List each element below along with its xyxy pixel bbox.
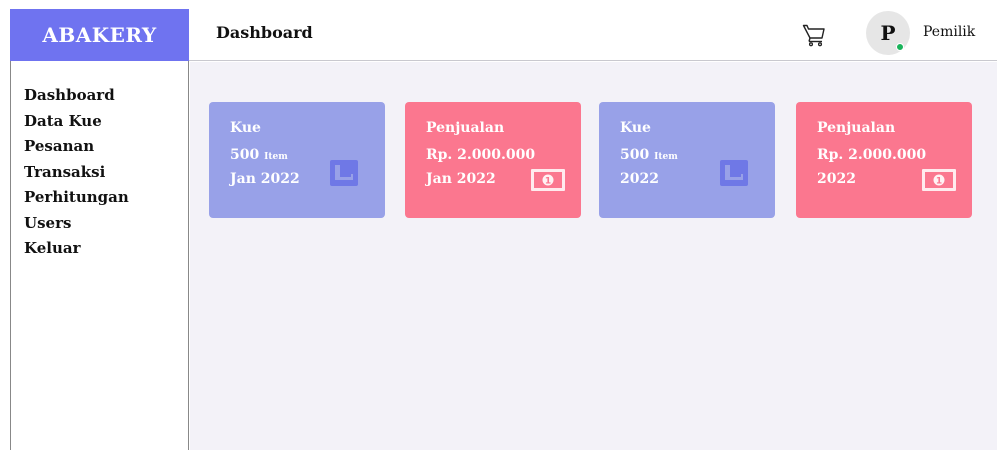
- user-avatar[interactable]: P: [866, 11, 910, 55]
- page-title: Dashboard: [216, 23, 313, 42]
- sidebar-item-users[interactable]: Users: [24, 211, 129, 237]
- sidebar-item-dashboard[interactable]: Dashboard: [24, 83, 129, 109]
- cart-icon: [330, 160, 358, 186]
- card-title: Penjualan: [426, 120, 505, 136]
- sidebar-item-perhitungan[interactable]: Perhitungan: [24, 185, 129, 211]
- card-value-number: 500: [620, 147, 650, 163]
- sidebar-item-keluar[interactable]: Keluar: [24, 236, 129, 262]
- sidebar-item-pesanan[interactable]: Pesanan: [24, 134, 129, 160]
- card-period: 2022: [817, 171, 856, 187]
- money-icon: 1: [922, 169, 956, 191]
- card-period: Jan 2022: [426, 171, 496, 187]
- svg-text:1: 1: [936, 177, 942, 187]
- card-value: Rp. 2.000.000: [426, 147, 536, 163]
- online-status-indicator: [896, 43, 904, 51]
- stat-card-penjualan-yearly[interactable]: Penjualan Rp. 2.000.000 2022 1: [796, 102, 972, 218]
- sidebar-item-transaksi[interactable]: Transaksi: [24, 160, 129, 186]
- stat-card-kue-monthly[interactable]: Kue 500 Item Jan 2022: [209, 102, 385, 218]
- card-value-number: 500: [230, 147, 260, 163]
- sidebar-item-data-kue[interactable]: Data Kue: [24, 109, 129, 135]
- card-period: Jan 2022: [230, 171, 300, 187]
- card-value-unit: Item: [264, 152, 288, 162]
- card-title: Penjualan: [817, 120, 896, 136]
- top-header: Dashboard P Pemilik: [189, 9, 997, 61]
- card-title: Kue: [620, 120, 651, 136]
- brand-name: ABAKERY: [42, 23, 157, 47]
- card-value-unit: Item: [654, 152, 678, 162]
- card-value: Rp. 2.000.000: [817, 147, 927, 163]
- sidebar-nav: Dashboard Data Kue Pesanan Transaksi Per…: [24, 83, 129, 262]
- avatar-initial: P: [880, 21, 896, 45]
- stat-card-penjualan-monthly[interactable]: Penjualan Rp. 2.000.000 Jan 2022 1: [405, 102, 581, 218]
- card-period: 2022: [620, 171, 659, 187]
- cart-icon: [720, 160, 748, 186]
- main-content: Kue 500 Item Jan 2022 Penjualan Rp. 2.00…: [190, 62, 997, 450]
- stat-card-kue-yearly[interactable]: Kue 500 Item 2022: [599, 102, 775, 218]
- brand-logo[interactable]: ABAKERY: [10, 9, 189, 61]
- svg-text:1: 1: [545, 177, 551, 187]
- user-name[interactable]: Pemilik: [923, 24, 975, 40]
- card-value: 500 Item: [230, 147, 288, 163]
- card-title: Kue: [230, 120, 261, 136]
- money-icon: 1: [531, 169, 565, 191]
- card-value: 500 Item: [620, 147, 678, 163]
- sidebar: Dashboard Data Kue Pesanan Transaksi Per…: [10, 61, 189, 450]
- shopping-cart-icon[interactable]: [802, 23, 826, 47]
